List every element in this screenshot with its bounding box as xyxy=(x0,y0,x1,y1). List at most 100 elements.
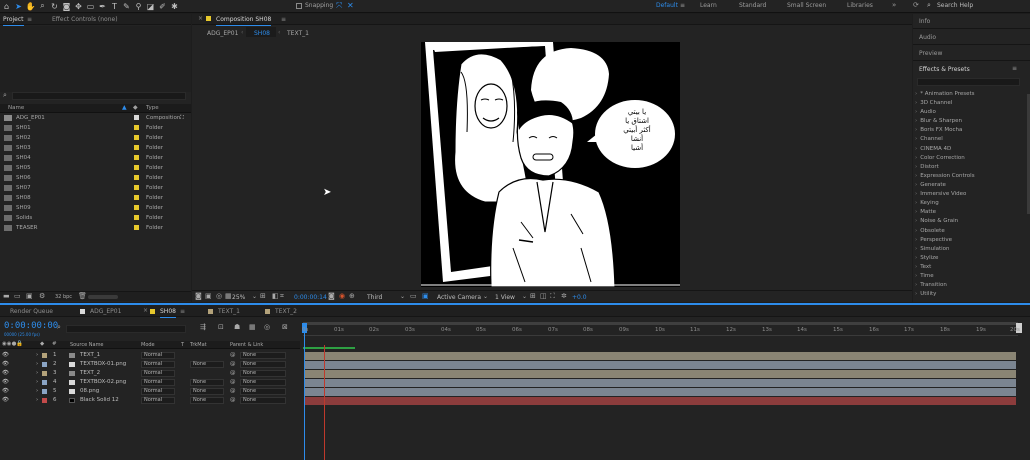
tab-text-2[interactable]: TEXT_2 xyxy=(275,308,297,315)
camera-snapshot-icon[interactable]: ◙ xyxy=(328,292,335,300)
sort-arrow-icon[interactable]: ▲ xyxy=(122,104,127,111)
layer-duration-bar[interactable] xyxy=(304,352,1016,360)
table-row[interactable]: 👁 › 3 TEXT_2 Normal @ None xyxy=(0,369,300,378)
brush-tool-icon[interactable]: ✎ xyxy=(121,1,132,12)
chevron-down-icon[interactable]: ⌄ xyxy=(400,293,405,300)
parent-dropdown[interactable]: None xyxy=(240,397,286,404)
type-tool-icon[interactable]: T xyxy=(109,1,120,12)
visibility-eye-icon[interactable]: 👁 xyxy=(2,387,9,396)
toggle-mask-icon[interactable]: ◎ xyxy=(216,292,222,300)
parent-dropdown[interactable]: None xyxy=(240,370,286,377)
tab-render-queue[interactable]: Render Queue xyxy=(10,308,53,315)
workspace-standard[interactable]: Standard xyxy=(739,2,766,9)
chevron-down-icon[interactable]: ⌄ xyxy=(522,293,527,300)
mode-dropdown[interactable]: Normal xyxy=(141,379,175,386)
layer-color-label[interactable] xyxy=(42,398,47,403)
effects-category[interactable]: Color Correction xyxy=(915,154,965,163)
project-item[interactable]: SH04 Folder xyxy=(4,153,190,163)
effects-category[interactable]: Generate xyxy=(915,181,946,190)
grid-icon[interactable]: ⊞ xyxy=(260,292,266,300)
search-help-label[interactable]: Search Help xyxy=(937,2,973,9)
col-mode-header[interactable]: Mode xyxy=(141,342,155,348)
layer-name[interactable]: TEXTBOX-01.png xyxy=(80,360,126,369)
zoom-tool-icon[interactable]: ⌕ xyxy=(37,1,48,12)
label-column-icon[interactable]: ◆ xyxy=(133,104,138,111)
layer-color-label[interactable] xyxy=(42,362,47,367)
parent-dropdown[interactable]: None xyxy=(240,379,286,386)
breadcrumb-item[interactable]: TEXT_1 xyxy=(287,30,309,37)
snapshot-icon[interactable]: ▦ xyxy=(225,292,232,300)
breadcrumb-item-active[interactable]: SH08 xyxy=(254,30,270,37)
trkmat-dropdown[interactable]: None xyxy=(190,379,224,386)
mode-dropdown[interactable]: Normal xyxy=(141,397,175,404)
resolution-dropdown[interactable]: Third xyxy=(367,294,382,301)
col-parent-header[interactable]: Parent & Link xyxy=(230,342,263,348)
expand-chevron-icon[interactable]: › xyxy=(36,396,38,405)
flowchart-icon[interactable]: ⛶ xyxy=(550,292,555,301)
layer-name[interactable]: 08.png xyxy=(80,387,99,396)
effects-category[interactable]: CINEMA 4D xyxy=(915,145,951,154)
pen-tool-icon[interactable]: ✒ xyxy=(97,1,108,12)
layer-name[interactable]: TEXT_1 xyxy=(80,351,100,360)
effects-category[interactable]: Boris FX Mocha xyxy=(915,126,962,135)
trkmat-dropdown[interactable]: None xyxy=(190,361,224,368)
flowchart-icon[interactable]: ⛶ xyxy=(180,113,184,123)
project-item[interactable]: SH06 Folder xyxy=(4,173,190,183)
effects-category[interactable]: Channel xyxy=(915,135,943,144)
trash-icon[interactable]: 🗑 xyxy=(78,292,87,300)
layer-duration-bar[interactable] xyxy=(304,397,1016,405)
project-item[interactable]: SH03 Folder xyxy=(4,143,190,153)
table-row[interactable]: 👁 › 1 TEXT_1 Normal @ None xyxy=(0,351,300,360)
col-name-header[interactable]: Name xyxy=(8,105,24,111)
breadcrumb-item[interactable]: ADG_EP01 xyxy=(207,30,238,37)
puppet-pin-tool-icon[interactable]: ✱ xyxy=(169,1,180,12)
visibility-eye-icon[interactable]: 👁 xyxy=(2,396,9,405)
always-preview-icon[interactable]: ◙ xyxy=(195,292,202,300)
table-row[interactable]: 👁 › 2 TEXTBOX-01.png Normal None @ None xyxy=(0,360,300,369)
effects-category[interactable]: Noise & Grain xyxy=(915,217,958,226)
shy-layers-icon[interactable]: ☗ xyxy=(234,323,240,331)
col-source-header[interactable]: Source Name xyxy=(70,342,104,348)
preview-panel-header[interactable]: Preview xyxy=(913,46,1030,61)
pick-whip-icon[interactable]: @ xyxy=(230,351,236,360)
project-item[interactable]: SH02 Folder xyxy=(4,133,190,143)
info-panel-header[interactable]: Info xyxy=(913,14,1030,29)
effects-category[interactable]: Keying xyxy=(915,199,938,208)
rotate-tool-icon[interactable]: ↻ xyxy=(49,1,60,12)
zoom-dropdown[interactable]: 25% xyxy=(232,294,245,301)
effects-category[interactable]: Blur & Sharpen xyxy=(915,117,962,126)
current-time[interactable]: 0:00:00:14 xyxy=(294,294,327,301)
snap-options-icon[interactable]: ✕ xyxy=(347,1,354,10)
parent-dropdown[interactable]: None xyxy=(240,361,286,368)
expand-chevron-icon[interactable]: › xyxy=(36,369,38,378)
col-type-header[interactable]: Type xyxy=(146,105,159,111)
effects-category[interactable]: Obsolete xyxy=(915,227,945,236)
motion-blur-icon[interactable]: ◎ xyxy=(264,323,270,331)
region-icon[interactable]: ▣ xyxy=(205,292,212,300)
view-dropdown[interactable]: 1 View xyxy=(495,294,515,301)
tab-effect-controls[interactable]: Effect Controls (none) xyxy=(52,16,118,23)
project-item[interactable]: SH01 Folder xyxy=(4,123,190,133)
expand-chevron-icon[interactable]: › xyxy=(36,360,38,369)
layer-duration-bar[interactable] xyxy=(304,388,1016,396)
layer-duration-bar[interactable] xyxy=(304,379,1016,387)
color-icon[interactable]: ⊕ xyxy=(349,292,355,300)
effects-menu-icon[interactable]: ≡ xyxy=(1012,65,1017,72)
effects-category[interactable]: * Animation Presets xyxy=(915,90,974,99)
layer-duration-bar[interactable] xyxy=(304,361,1016,369)
layer-name[interactable]: Black Solid 12 xyxy=(80,396,119,405)
effects-category[interactable]: Text xyxy=(915,263,931,272)
comp-viewer[interactable]: يا بيتي اشتاق يا أكثر أبيتي أنشا أشيا xyxy=(421,42,680,287)
layer-color-label[interactable] xyxy=(42,389,47,394)
layer-color-label[interactable] xyxy=(42,380,47,385)
project-item[interactable]: SH07 Folder xyxy=(4,183,190,193)
layer-color-label[interactable] xyxy=(42,371,47,376)
hand-tool-icon[interactable]: ✋ xyxy=(25,1,36,12)
project-item[interactable]: SH08 Folder xyxy=(4,193,190,203)
pick-whip-icon[interactable]: @ xyxy=(230,369,236,378)
project-search-input[interactable] xyxy=(12,92,186,100)
effects-category[interactable]: Audio xyxy=(915,108,936,117)
project-settings-icon[interactable]: ⚙ xyxy=(39,292,45,300)
tab-composition[interactable]: Composition SH08 xyxy=(216,16,272,26)
project-item[interactable]: SH05 Folder xyxy=(4,163,190,173)
